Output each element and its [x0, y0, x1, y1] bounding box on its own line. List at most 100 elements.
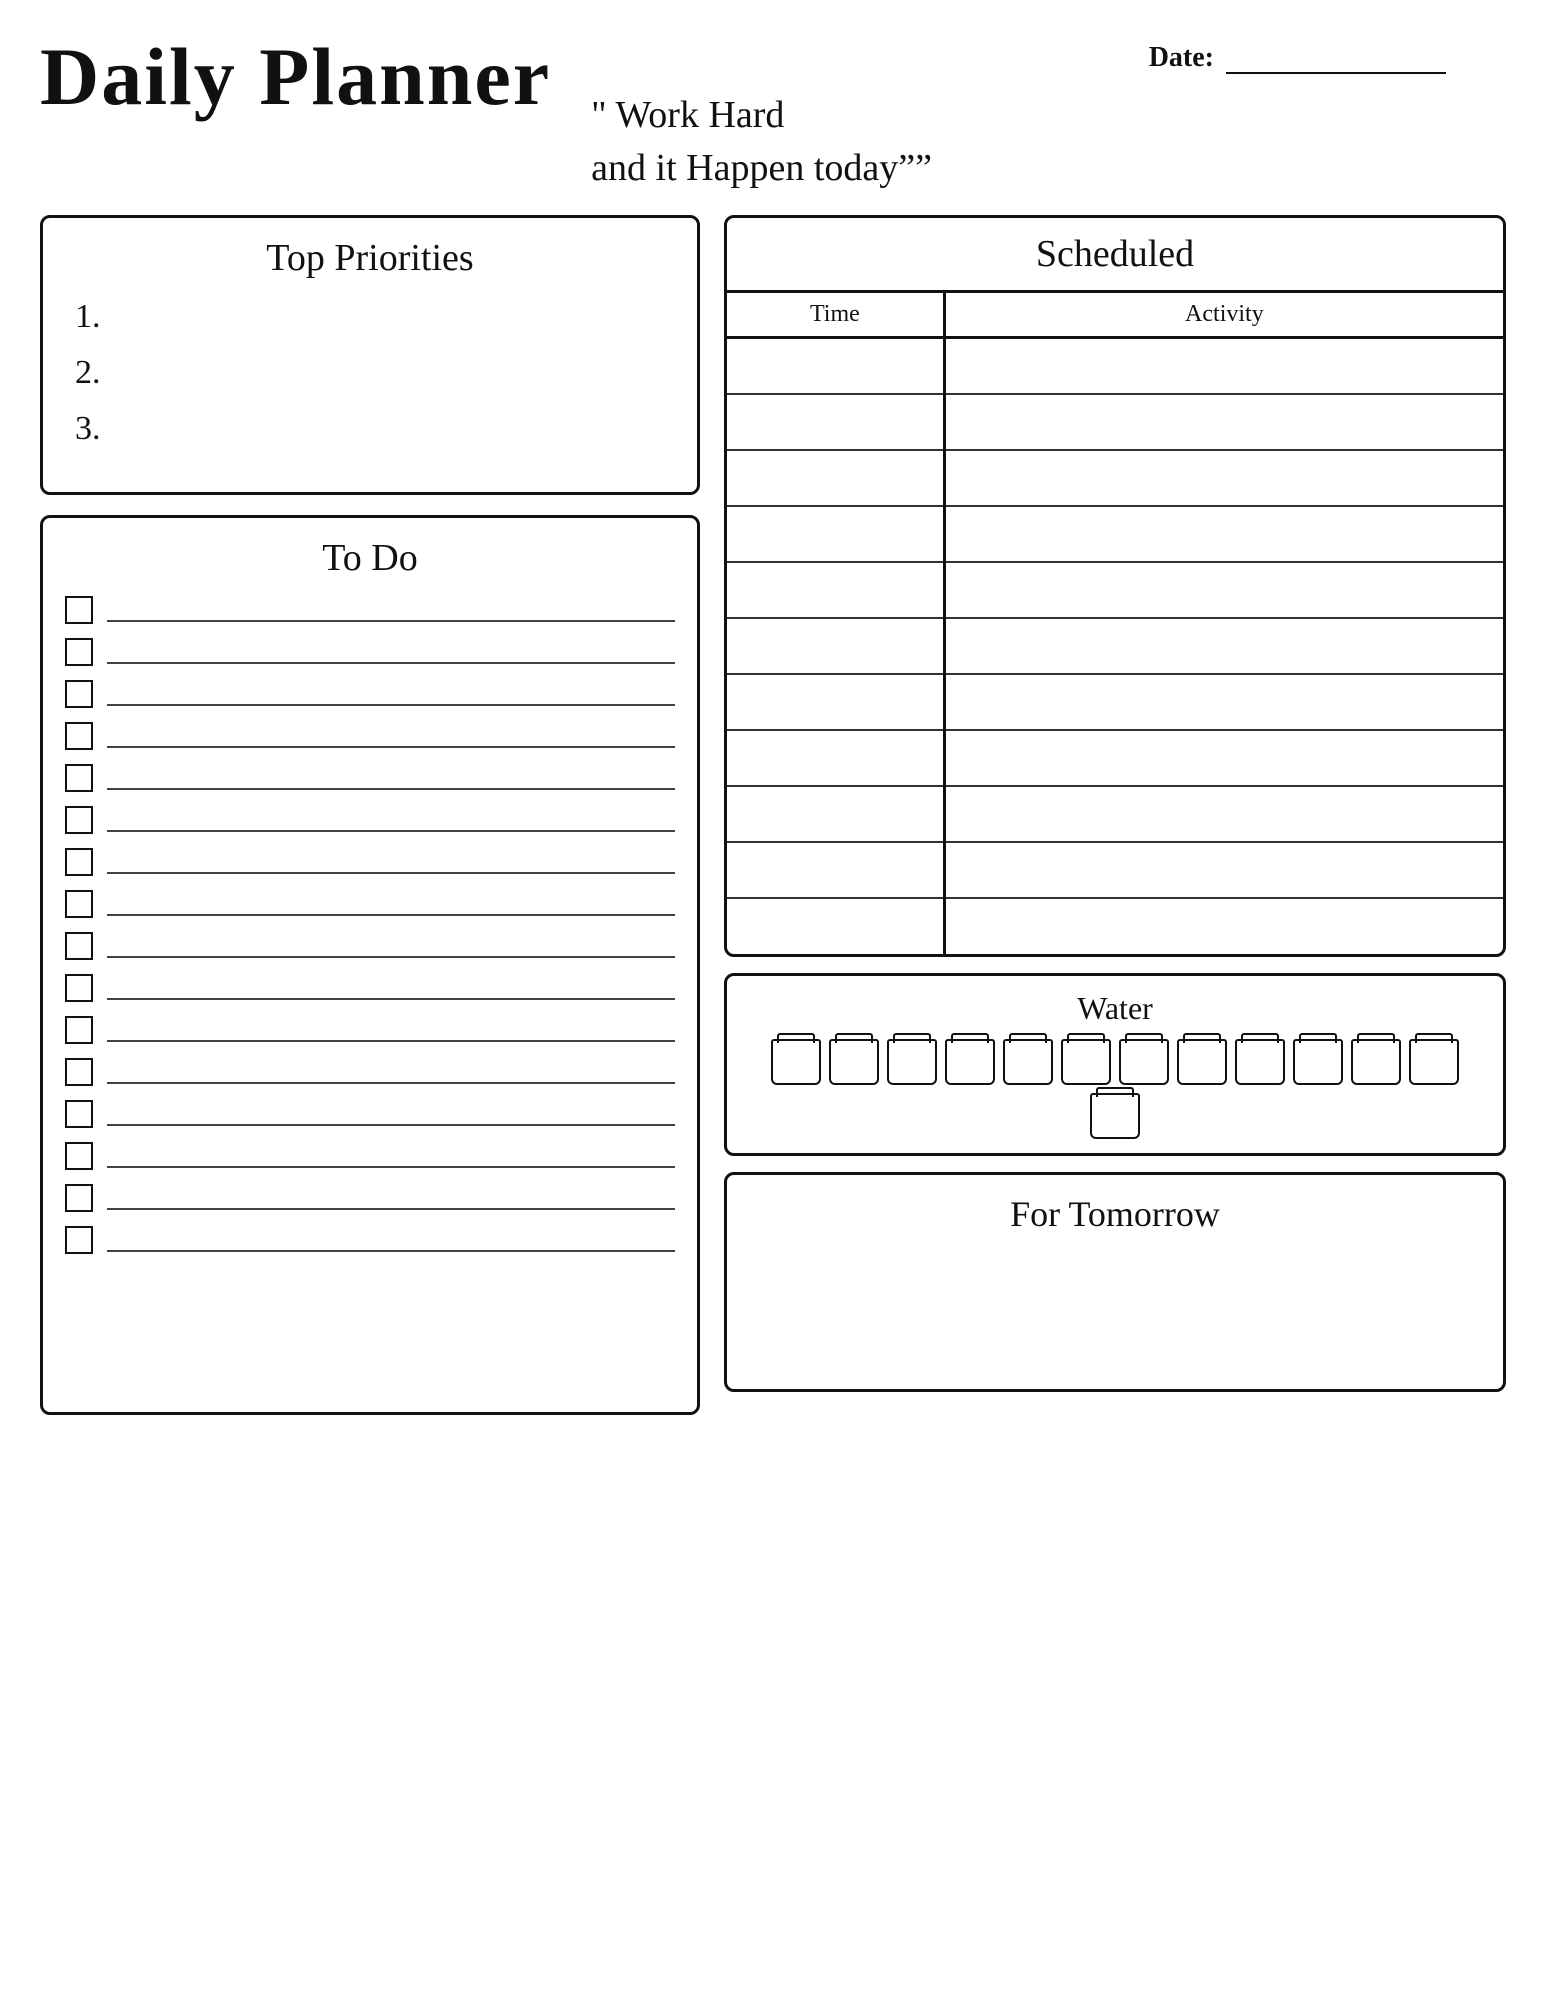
time-cell	[727, 898, 944, 954]
water-cup-11[interactable]	[1351, 1039, 1401, 1085]
water-cup-10[interactable]	[1293, 1039, 1343, 1085]
time-cell	[727, 786, 944, 842]
activity-cell	[944, 786, 1503, 842]
todo-checkbox[interactable]	[65, 638, 93, 666]
time-column-header: Time	[727, 293, 944, 338]
todo-item	[65, 1058, 675, 1086]
table-row	[727, 786, 1503, 842]
todo-checkbox[interactable]	[65, 764, 93, 792]
tomorrow-title: For Tomorrow	[749, 1193, 1481, 1245]
todo-item	[65, 974, 675, 1002]
todo-title: To Do	[65, 536, 675, 580]
todo-checkbox[interactable]	[65, 974, 93, 1002]
table-header-row: Time Activity	[727, 293, 1503, 338]
todo-checkbox[interactable]	[65, 722, 93, 750]
quote-line2: and it Happen today””	[591, 147, 932, 189]
todo-item	[65, 638, 675, 666]
header: Daily Planner Date: " Work Hard and it H…	[40, 30, 1506, 195]
activity-cell	[944, 506, 1503, 562]
water-cup-7[interactable]	[1119, 1039, 1169, 1085]
todo-checkbox[interactable]	[65, 680, 93, 708]
todo-checkbox[interactable]	[65, 1058, 93, 1086]
water-cup-5[interactable]	[1003, 1039, 1053, 1085]
water-cup-6[interactable]	[1061, 1039, 1111, 1085]
time-cell	[727, 562, 944, 618]
todo-checkbox[interactable]	[65, 1184, 93, 1212]
todo-checkbox[interactable]	[65, 806, 93, 834]
activity-cell	[944, 338, 1503, 394]
todo-line	[107, 1228, 675, 1252]
water-cup-3[interactable]	[887, 1039, 937, 1085]
todo-checkbox[interactable]	[65, 848, 93, 876]
todo-item	[65, 932, 675, 960]
todo-line	[107, 976, 675, 1000]
priority-item-1: 1.	[75, 298, 675, 336]
table-row	[727, 450, 1503, 506]
priority-item-3: 3.	[75, 410, 675, 448]
scheduled-title: Scheduled	[727, 218, 1503, 293]
water-cup-2[interactable]	[829, 1039, 879, 1085]
priorities-title: Top Priorities	[65, 236, 675, 280]
activity-cell	[944, 730, 1503, 786]
todo-checkbox[interactable]	[65, 596, 93, 624]
todo-checkbox[interactable]	[65, 890, 93, 918]
activity-cell	[944, 394, 1503, 450]
todo-checkbox[interactable]	[65, 1142, 93, 1170]
todo-list	[65, 596, 675, 1254]
date-label: Date:	[1149, 42, 1214, 73]
table-row	[727, 338, 1503, 394]
todo-line	[107, 640, 675, 664]
water-cup-9[interactable]	[1235, 1039, 1285, 1085]
water-cup-4[interactable]	[945, 1039, 995, 1085]
water-title: Water	[745, 990, 1485, 1027]
left-column: Top Priorities 1. 2. 3. To Do	[40, 215, 700, 1415]
activity-column-header: Activity	[944, 293, 1503, 338]
todo-line	[107, 808, 675, 832]
page-title: Daily Planner	[40, 30, 551, 124]
todo-line	[107, 1144, 675, 1168]
scheduled-table: Time Activity	[727, 293, 1503, 954]
right-column: Scheduled Time Activity	[724, 215, 1506, 1392]
todo-item	[65, 764, 675, 792]
activity-cell	[944, 674, 1503, 730]
todo-item	[65, 848, 675, 876]
todo-line	[107, 934, 675, 958]
tomorrow-section: For Tomorrow	[724, 1172, 1506, 1392]
time-cell	[727, 842, 944, 898]
todo-checkbox[interactable]	[65, 1226, 93, 1254]
todo-line	[107, 682, 675, 706]
time-cell	[727, 450, 944, 506]
time-cell	[727, 394, 944, 450]
todo-line	[107, 598, 675, 622]
todo-line	[107, 1102, 675, 1126]
date-underline	[1226, 40, 1446, 74]
priorities-section: Top Priorities 1. 2. 3.	[40, 215, 700, 495]
todo-line	[107, 1186, 675, 1210]
water-cup-12[interactable]	[1409, 1039, 1459, 1085]
activity-cell	[944, 898, 1503, 954]
todo-item	[65, 890, 675, 918]
todo-checkbox[interactable]	[65, 1100, 93, 1128]
todo-section: To Do	[40, 515, 700, 1415]
activity-cell	[944, 618, 1503, 674]
priority-item-2: 2.	[75, 354, 675, 392]
table-row	[727, 730, 1503, 786]
activity-cell	[944, 450, 1503, 506]
todo-item	[65, 1184, 675, 1212]
water-cup-8[interactable]	[1177, 1039, 1227, 1085]
water-cups-row	[745, 1039, 1485, 1139]
todo-checkbox[interactable]	[65, 1016, 93, 1044]
table-row	[727, 506, 1503, 562]
todo-line	[107, 1060, 675, 1084]
todo-checkbox[interactable]	[65, 932, 93, 960]
scheduled-section: Scheduled Time Activity	[724, 215, 1506, 957]
time-cell	[727, 338, 944, 394]
table-row	[727, 394, 1503, 450]
time-cell	[727, 730, 944, 786]
water-cup-13[interactable]	[1090, 1093, 1140, 1139]
todo-line	[107, 766, 675, 790]
water-section: Water	[724, 973, 1506, 1156]
water-cup-1[interactable]	[771, 1039, 821, 1085]
quote-text: " Work Hard and it Happen today””	[591, 89, 932, 195]
todo-line	[107, 724, 675, 748]
